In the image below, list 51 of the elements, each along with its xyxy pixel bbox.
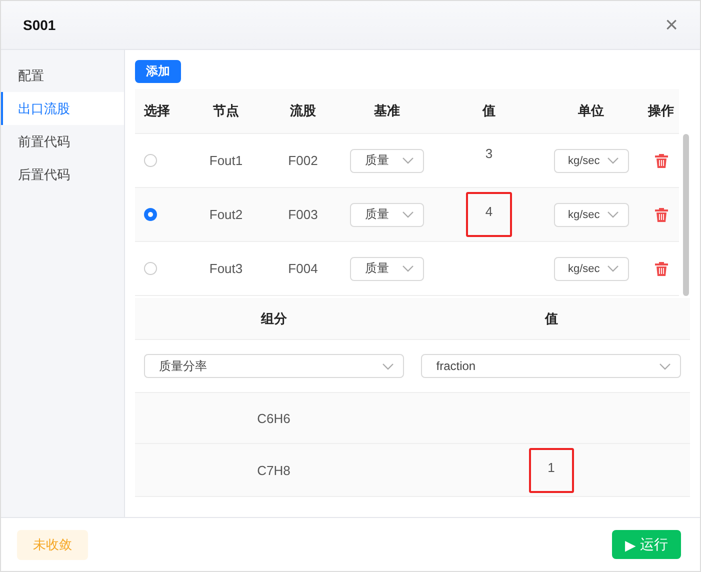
basis-select[interactable]: 质量 bbox=[350, 256, 424, 280]
chevron-down-icon bbox=[659, 362, 672, 370]
chevron-down-icon bbox=[607, 211, 619, 218]
close-button[interactable]: × bbox=[665, 14, 678, 36]
table-cell: Fout1 bbox=[209, 153, 243, 168]
value-cell-text: 3 bbox=[484, 145, 494, 163]
column-header: 单位 bbox=[578, 102, 604, 120]
chevron-down-icon bbox=[402, 211, 414, 218]
unit-select[interactable]: fraction bbox=[421, 354, 682, 378]
column-header: 值 bbox=[544, 310, 558, 326]
column-header: 基准 bbox=[374, 102, 400, 120]
sidebar-item[interactable]: 出口流股 bbox=[1, 92, 124, 125]
trash-icon[interactable] bbox=[654, 262, 668, 276]
add-button[interactable]: 添加 bbox=[135, 60, 181, 83]
chevron-down-icon bbox=[607, 265, 619, 272]
scrollbar[interactable] bbox=[683, 134, 689, 296]
radio-button[interactable] bbox=[144, 208, 157, 221]
radio-button[interactable] bbox=[144, 154, 157, 167]
basis-select[interactable]: 质量 bbox=[350, 202, 424, 226]
table-cell: C7H8 bbox=[257, 462, 290, 478]
value-cell: 1 bbox=[528, 448, 574, 492]
table-cell: Fout2 bbox=[209, 207, 243, 222]
sidebar-item[interactable]: 前置代码 bbox=[1, 125, 124, 158]
unit-select[interactable]: kg/sec bbox=[554, 256, 629, 280]
status-badge: 未收敛 bbox=[17, 530, 88, 560]
table-cell: F004 bbox=[288, 261, 318, 276]
column-header: 操作 bbox=[648, 102, 674, 120]
chevron-down-icon bbox=[607, 157, 619, 164]
table-cell: F003 bbox=[288, 207, 318, 222]
table-cell: Fout3 bbox=[209, 261, 243, 276]
trash-icon[interactable] bbox=[654, 208, 668, 222]
sidebar-item[interactable]: 配置 bbox=[1, 59, 124, 92]
trash-icon[interactable] bbox=[654, 154, 668, 168]
sidebar-item[interactable]: 后置代码 bbox=[1, 158, 124, 191]
window-title: S001 bbox=[23, 17, 56, 33]
chevron-down-icon bbox=[382, 362, 394, 370]
column-header: 选择 bbox=[144, 102, 170, 120]
unit-select[interactable]: kg/sec bbox=[554, 202, 629, 226]
table-cell: C6H6 bbox=[257, 410, 290, 426]
column-header: 组分 bbox=[260, 310, 287, 326]
column-header: 节点 bbox=[213, 102, 239, 120]
basis-select[interactable]: 质量 bbox=[350, 148, 424, 172]
chevron-down-icon bbox=[402, 265, 414, 272]
unit-select[interactable]: kg/sec bbox=[554, 148, 629, 172]
radio-button[interactable] bbox=[144, 262, 157, 275]
chevron-down-icon bbox=[402, 157, 414, 164]
column-header: 流股 bbox=[290, 102, 316, 120]
table-cell: F002 bbox=[288, 153, 318, 168]
value-cell: 4 bbox=[466, 192, 512, 237]
component-basis-select[interactable]: 质量分率 bbox=[144, 354, 404, 378]
column-header: 值 bbox=[482, 102, 496, 120]
